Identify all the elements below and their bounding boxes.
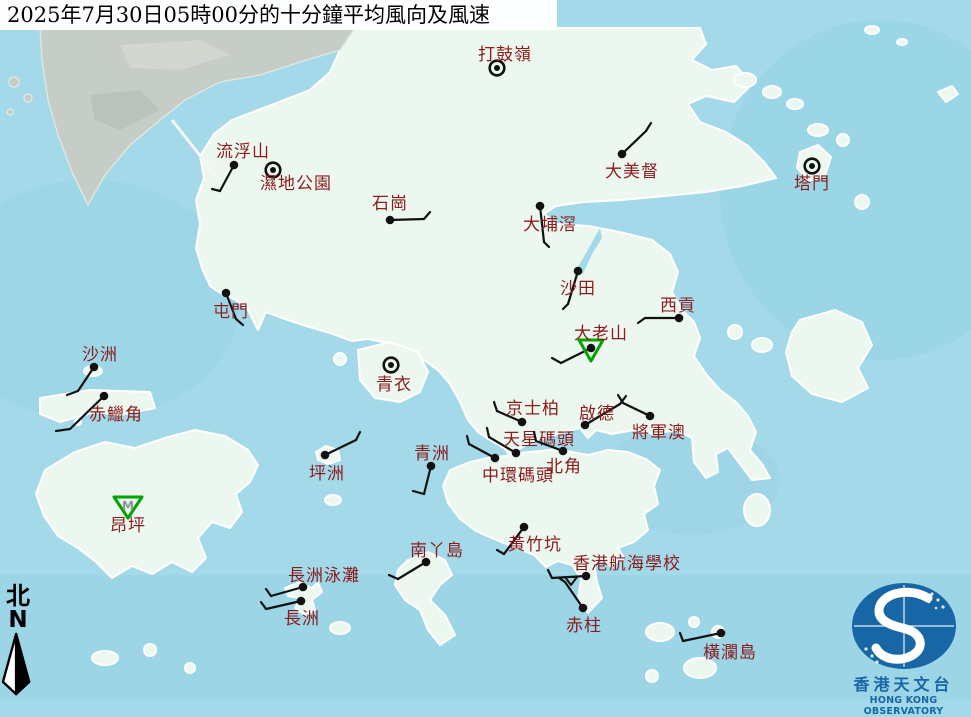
islet-ma-wan [334,353,346,365]
hko-name-cn: 香港天文台 [836,671,971,695]
wind-barb [390,219,424,220]
islet [689,617,699,627]
station-dot [386,216,395,225]
station-label: 青衣 [376,375,412,395]
station-label: 打鼓嶺 [478,45,532,65]
islet [763,86,781,98]
islet [752,338,772,352]
islet [330,622,350,634]
station-label: 塔門 [794,174,830,194]
station-label: 京士柏 [506,399,560,419]
station-label: 將軍澳 [632,423,686,443]
islet [325,495,341,505]
islet [144,644,156,656]
wind-map-page: 打鼓嶺流浮山濕地公園石崗大埔滘沙田 大美督塔門西貢 屯門沙洲赤鱲角 青衣 大老山京士柏啟… [0,0,971,700]
station-label: 昂坪 [110,516,146,536]
hko-name-en: HONG KONG OBSERVATORY [836,695,971,717]
hko-logo-icon [844,582,964,670]
station-label: 橫瀾島 [703,643,757,663]
station-label: 中環碼頭 [482,466,554,486]
station-label: 流浮山 [216,142,270,162]
north-arrow-icon [2,631,34,697]
calm-dot [388,362,394,368]
station-label: 赤鱲角 [89,405,143,425]
south-sea-water [0,575,971,700]
station-label: 啟德 [579,404,615,424]
station-dot [587,344,596,353]
station-label: 香港航海學校 [573,554,681,574]
station-label: 赤柱 [566,616,602,636]
calm-dot [494,65,500,71]
station-label: 大美督 [605,162,659,182]
calm-dot [270,167,276,173]
islet [185,663,195,673]
station-dot [574,267,583,276]
station-label: 西貢 [660,296,696,316]
north-compass: 北 N [2,583,34,697]
station-dot [579,604,588,613]
station-label: 石崗 [372,194,408,214]
station-dot [100,392,109,401]
station-label: 黃竹坑 [508,535,562,555]
station-label: 沙洲 [82,345,118,365]
hk-wind-map: 打鼓嶺流浮山濕地公園石崗大埔滘沙田 大美督塔門西貢 屯門沙洲赤鱲角 青衣 大老山京士柏啟… [0,0,971,700]
islet [728,325,742,339]
station-dot [559,447,568,456]
station-label: 沙田 [560,279,596,299]
station-dot [618,150,627,159]
islet [787,99,803,109]
islet [837,134,849,146]
islet [646,670,658,682]
north-label-en: N [2,609,34,631]
station-dot [717,629,726,638]
islet-tung-lung [744,494,770,526]
station-dot [646,412,655,421]
islet [855,195,869,209]
islet [808,124,828,136]
station-dot [520,523,529,532]
islet [7,109,13,115]
islet [24,94,32,102]
station-dot [536,202,545,211]
station-dot [321,451,330,460]
islet [9,77,19,87]
station-dot [222,289,231,298]
station-label: 大埔滘 [523,215,577,235]
north-label-cn: 北 [2,583,34,609]
map-title: 2025年7月30日05時00分的十分鐘平均風向及風速 [0,0,557,30]
station-label: 濕地公園 [260,174,332,194]
station-label: 南丫島 [410,541,464,561]
calm-dot [809,163,815,169]
mast-letter: M [122,499,134,513]
station-label: 坪洲 [309,464,345,484]
islet-soko [92,651,118,665]
station-dot [491,454,500,463]
station-label: 屯門 [213,302,249,322]
islet [897,39,907,45]
hko-logo: 香港天文台 HONG KONG OBSERVATORY [836,582,971,717]
islet [734,73,756,87]
station-label: 長洲 [284,609,320,629]
station-label: 青洲 [414,444,450,464]
station-label: 長洲泳灘 [288,566,360,586]
station-label: 大老山 [574,324,628,344]
islet [646,623,674,641]
islet [865,26,879,34]
station-dot [297,597,306,606]
